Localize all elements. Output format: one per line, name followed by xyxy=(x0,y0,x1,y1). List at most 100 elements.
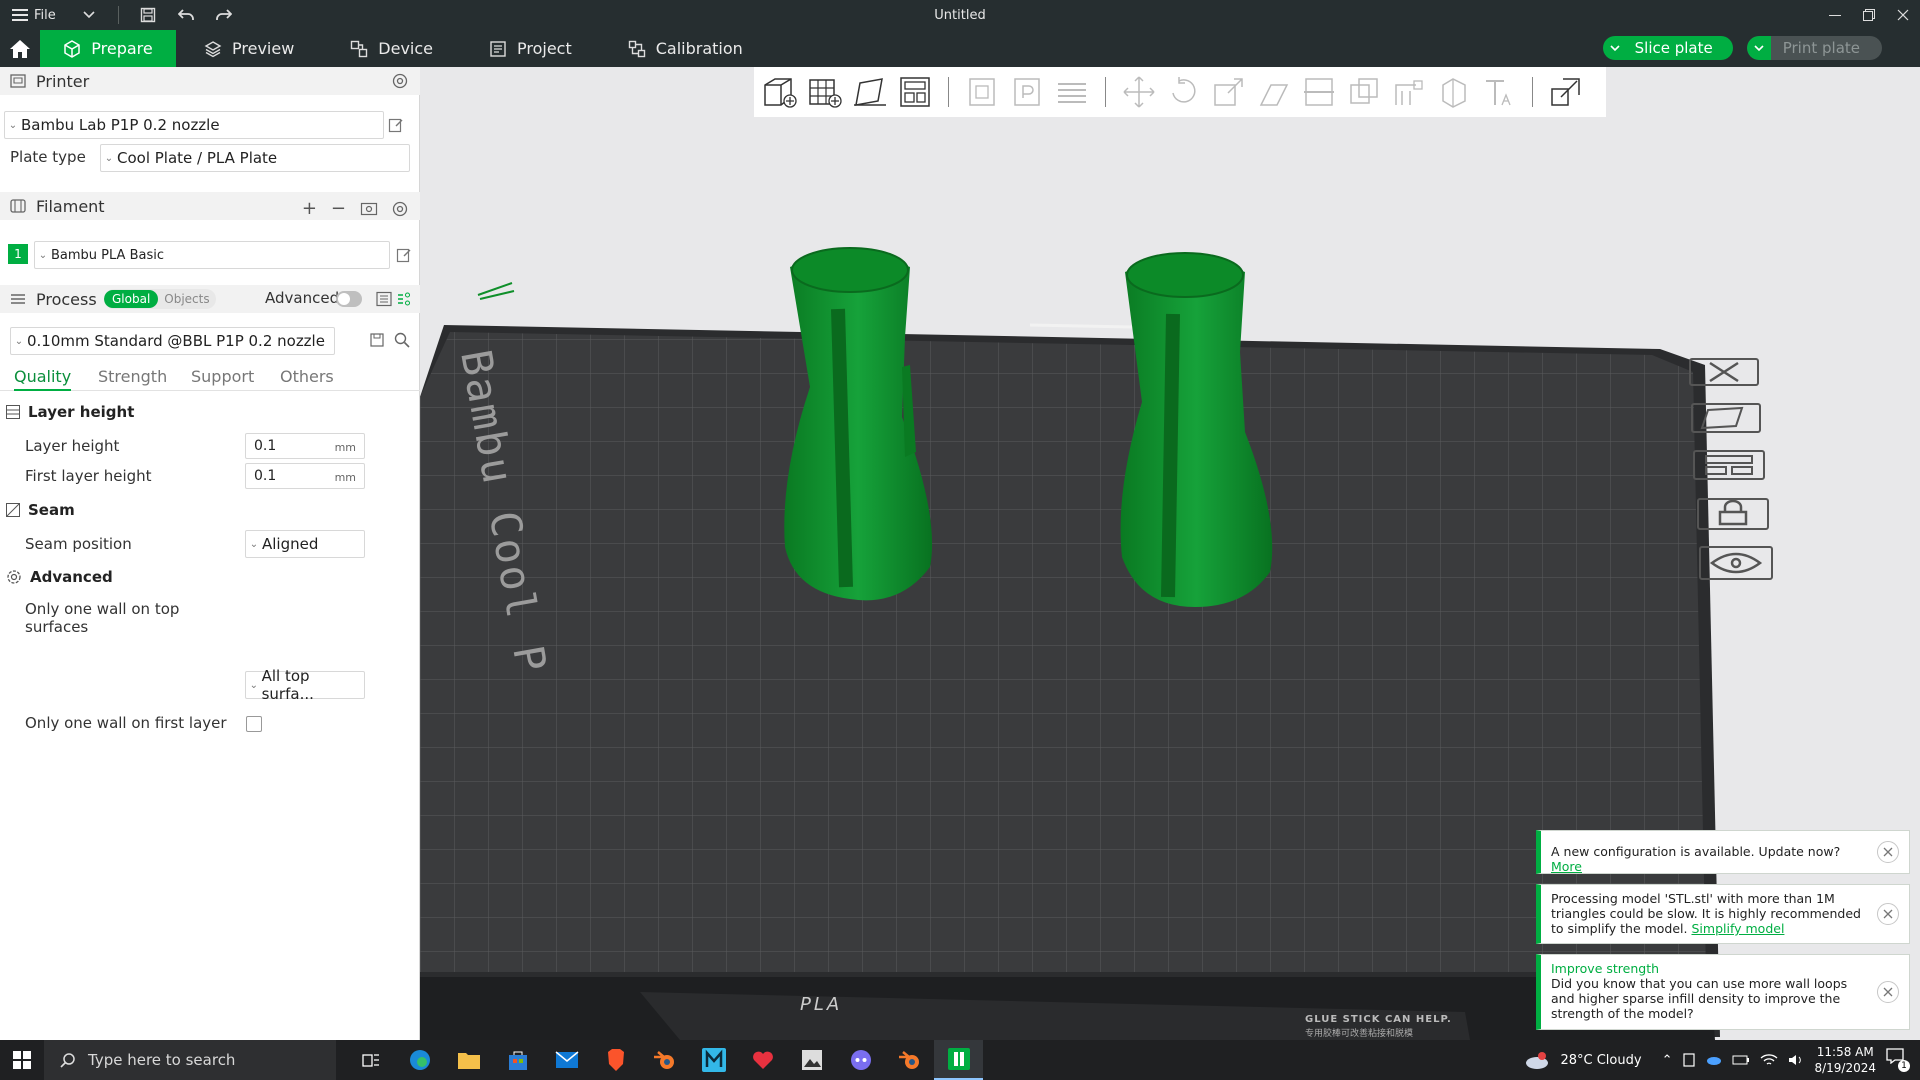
rotate-tool-button[interactable] xyxy=(1166,74,1202,110)
layers-button[interactable] xyxy=(1054,74,1090,110)
compare-icon[interactable] xyxy=(396,291,412,307)
filament-select[interactable]: ⌄ Bambu PLA Basic xyxy=(34,241,390,269)
lock-plate-button[interactable] xyxy=(1696,497,1770,531)
cloud-tray-icon[interactable] xyxy=(1706,1054,1722,1066)
add-part-button[interactable] xyxy=(964,74,1000,110)
battery-icon[interactable] xyxy=(1732,1054,1750,1066)
bambu-studio-app[interactable] xyxy=(934,1040,983,1080)
arrange-plate-button[interactable] xyxy=(1692,449,1766,481)
objects-option[interactable]: Objects xyxy=(158,290,215,308)
sync-filament-icon[interactable] xyxy=(360,201,378,217)
brave-app[interactable] xyxy=(591,1040,640,1080)
layer-height-input[interactable]: 0.1 mm xyxy=(245,433,365,459)
add-plate-part-button[interactable] xyxy=(1009,74,1045,110)
home-button[interactable] xyxy=(0,30,40,67)
restore-button[interactable] xyxy=(1852,0,1886,30)
top-wall-select[interactable]: ⌄ All top surfa... xyxy=(245,667,365,703)
taskbar-search[interactable]: Type here to search xyxy=(44,1040,336,1080)
print-options-chevron[interactable] xyxy=(1746,36,1771,60)
wifi-icon[interactable] xyxy=(1760,1053,1778,1067)
minimize-button[interactable] xyxy=(1818,0,1852,30)
tab-others[interactable]: Others xyxy=(280,367,334,386)
undo-button[interactable] xyxy=(167,0,205,30)
chevron-up-icon[interactable]: ⌃ xyxy=(1662,1053,1673,1068)
plate-edit-pen-icon[interactable] xyxy=(474,277,518,301)
file-menu-button[interactable]: File xyxy=(12,0,70,30)
blender-app[interactable] xyxy=(640,1040,689,1080)
text-tool-button[interactable] xyxy=(1481,74,1517,110)
blender-app-2[interactable] xyxy=(885,1040,934,1080)
store-app[interactable] xyxy=(493,1040,542,1080)
file-dropdown-button[interactable] xyxy=(70,0,108,30)
tab-calibration[interactable]: Calibration xyxy=(600,30,771,67)
save-preset-icon[interactable] xyxy=(370,333,384,347)
volume-icon[interactable] xyxy=(1788,1053,1804,1067)
tab-project[interactable]: Project xyxy=(461,30,600,67)
print-plate-button[interactable]: Print plate xyxy=(1746,36,1882,60)
start-button[interactable] xyxy=(0,1040,44,1080)
cut-tool-button[interactable] xyxy=(1301,74,1337,110)
model-right-boot[interactable] xyxy=(1080,252,1310,652)
auto-orient-plate-button[interactable] xyxy=(1690,402,1762,434)
edge-app[interactable] xyxy=(395,1040,444,1080)
slice-options-chevron[interactable] xyxy=(1603,36,1627,60)
file-explorer-app[interactable] xyxy=(444,1040,493,1080)
discord-app[interactable] xyxy=(836,1040,885,1080)
notification-more-link[interactable]: More xyxy=(1551,859,1582,874)
save-button[interactable] xyxy=(129,0,167,30)
arrange-button[interactable] xyxy=(897,74,933,110)
plate-settings-button[interactable] xyxy=(1698,545,1774,581)
edit-printer-icon[interactable] xyxy=(388,117,404,133)
edit-filament-icon[interactable] xyxy=(396,247,412,263)
auto-orient-button[interactable] xyxy=(852,74,888,110)
scale-tool-button[interactable] xyxy=(1211,74,1247,110)
tab-preview[interactable]: Preview xyxy=(176,30,322,67)
close-notification-button[interactable] xyxy=(1877,841,1899,863)
red-app[interactable] xyxy=(738,1040,787,1080)
assembly-view-button[interactable] xyxy=(1548,74,1584,110)
list-view-icon[interactable] xyxy=(376,291,392,307)
tab-quality[interactable]: Quality xyxy=(14,367,72,391)
system-clock[interactable]: 11:58 AM 8/19/2024 xyxy=(1814,1044,1876,1076)
process-preset-select[interactable]: ⌄ 0.10mm Standard @BBL P1P 0.2 nozzle xyxy=(10,327,335,355)
redo-button[interactable] xyxy=(205,0,243,30)
remove-filament-button[interactable]: − xyxy=(331,198,346,219)
close-notification-button[interactable] xyxy=(1877,903,1899,925)
filament-number-badge[interactable]: 1 xyxy=(8,244,28,264)
simplify-model-link[interactable]: Simplify model xyxy=(1691,921,1784,936)
global-objects-toggle[interactable]: Global Objects xyxy=(104,289,216,309)
mail-app[interactable] xyxy=(542,1040,591,1080)
boolean-tool-button[interactable] xyxy=(1346,74,1382,110)
task-view-button[interactable] xyxy=(346,1040,395,1080)
slice-plate-button[interactable]: Slice plate xyxy=(1602,36,1733,60)
delete-plate-button[interactable] xyxy=(1688,357,1760,387)
move-tool-button[interactable] xyxy=(1121,74,1157,110)
weather-text[interactable]: 28°C Cloudy xyxy=(1560,1053,1641,1068)
printer-select[interactable]: ⌄ Bambu Lab P1P 0.2 nozzle xyxy=(4,111,384,139)
seam-paint-button[interactable] xyxy=(1436,74,1472,110)
tab-strength[interactable]: Strength xyxy=(98,367,167,386)
plate-type-select[interactable]: ⌄ Cool Plate / PLA Plate xyxy=(100,144,410,172)
add-plate-button[interactable] xyxy=(807,74,843,110)
lay-on-face-button[interactable] xyxy=(1256,74,1292,110)
tab-prepare[interactable]: Prepare xyxy=(40,30,176,67)
tab-support[interactable]: Support xyxy=(191,367,254,386)
add-object-button[interactable] xyxy=(762,74,798,110)
tab-device[interactable]: Device xyxy=(322,30,461,67)
m-app[interactable] xyxy=(689,1040,738,1080)
global-option[interactable]: Global xyxy=(104,290,159,308)
seam-position-select[interactable]: ⌄ Aligned xyxy=(245,530,365,558)
first-layer-height-input[interactable]: 0.1 mm xyxy=(245,463,365,489)
search-icon[interactable] xyxy=(394,332,410,348)
model-left-boot[interactable] xyxy=(740,247,970,647)
close-notification-button[interactable] xyxy=(1877,981,1899,1003)
filament-settings-icon[interactable] xyxy=(392,201,408,217)
add-filament-button[interactable]: + xyxy=(302,198,317,219)
advanced-switch[interactable] xyxy=(336,291,362,307)
close-window-button[interactable] xyxy=(1886,0,1920,30)
printer-settings-icon[interactable] xyxy=(392,73,408,89)
action-center-button[interactable]: 1 xyxy=(1886,1048,1910,1072)
photo-app[interactable] xyxy=(787,1040,836,1080)
device-tray-icon[interactable] xyxy=(1682,1053,1696,1067)
first-layer-wall-checkbox[interactable] xyxy=(246,716,262,732)
